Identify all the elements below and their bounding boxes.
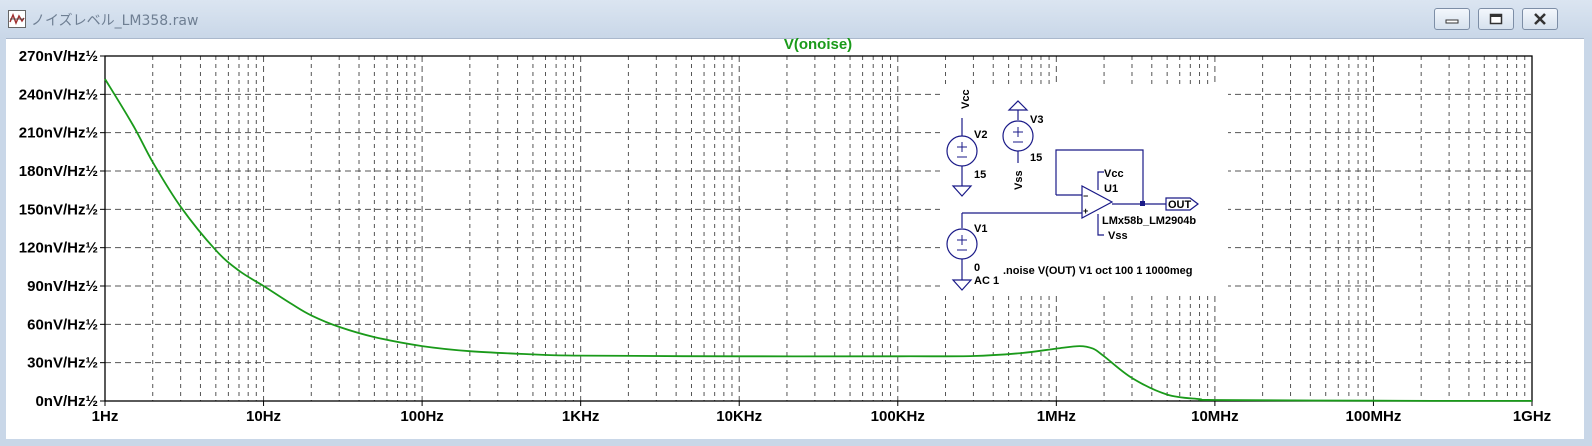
- y-tick-label: 180nV/Hz½: [19, 163, 98, 180]
- noise-directive: .noise V(OUT) V1 oct 100 1 1000meg: [1003, 265, 1193, 277]
- u1-name: U1: [1104, 183, 1118, 195]
- y-tick-label: 90nV/Hz½: [27, 278, 98, 295]
- opamp-plus: +: [1083, 206, 1088, 216]
- x-tick-label: 10MHz: [1191, 408, 1239, 425]
- x-tick-label: 10Hz: [246, 408, 281, 425]
- v2-value: 15: [974, 169, 986, 181]
- x-tick-label: 1Hz: [92, 408, 119, 425]
- y-tick-label: 60nV/Hz½: [27, 316, 98, 333]
- y-axis-labels: 0nV/Hz½ 30nV/Hz½ 60nV/Hz½ 90nV/Hz½ 120nV/Hz½…: [19, 48, 105, 410]
- y-tick-label: 30nV/Hz½: [27, 355, 98, 372]
- x-tick-label: 100Hz: [400, 408, 443, 425]
- output-junction: [1140, 201, 1145, 206]
- plot-frame: [104, 55, 1533, 402]
- x-tick-label: 1MHz: [1037, 408, 1076, 425]
- chart-title: V(onoise): [784, 36, 852, 53]
- plot-grid: [105, 56, 1532, 401]
- y-tick-label: 0nV/Hz½: [35, 393, 98, 410]
- x-tick-label: 100MHz: [1346, 408, 1402, 425]
- schematic-background: [940, 84, 1228, 294]
- x-tick-label: 10KHz: [716, 408, 762, 425]
- x-axis-labels: 1Hz 10Hz 100Hz 1KHz 10KHz 100KHz 1MHz 10MHz 100M…: [92, 401, 1551, 425]
- series-line-onoise: [104, 78, 1533, 402]
- out-net-label: OUT: [1168, 199, 1192, 211]
- v3-net-label: Vss: [1013, 170, 1025, 190]
- v2-net-label: Vcc: [960, 89, 972, 109]
- v1-ac-label: AC 1: [974, 275, 999, 287]
- opamp-minus: −: [1083, 191, 1088, 201]
- v3-value: 15: [1030, 152, 1042, 164]
- y-tick-label: 210nV/Hz½: [19, 125, 98, 142]
- u1-vss-label: Vss: [1108, 230, 1128, 242]
- v1-name: V1: [974, 223, 987, 235]
- v1-value: 0: [974, 262, 980, 274]
- y-tick-label: 150nV/Hz½: [19, 201, 98, 218]
- noise-plot[interactable]: 0nV/Hz½ 30nV/Hz½ 60nV/Hz½ 90nV/Hz½ 120nV/Hz½…: [0, 0, 1592, 446]
- u1-model: LMx58b_LM2904b: [1102, 215, 1196, 227]
- y-tick-label: 240nV/Hz½: [19, 86, 98, 103]
- x-tick-label: 100KHz: [871, 408, 925, 425]
- v3-name: V3: [1030, 114, 1043, 126]
- schematic[interactable]: Vcc V2 15 V3 15 Vss V1 0 AC 1 Vcc U1 LMx…: [940, 84, 1228, 294]
- y-tick-label: 120nV/Hz½: [19, 240, 98, 257]
- u1-vcc-label: Vcc: [1104, 168, 1124, 180]
- x-tick-label: 1KHz: [562, 408, 600, 425]
- y-tick-label: 270nV/Hz½: [19, 48, 98, 65]
- v2-name: V2: [974, 129, 987, 141]
- x-tick-label: 1GHz: [1513, 408, 1551, 425]
